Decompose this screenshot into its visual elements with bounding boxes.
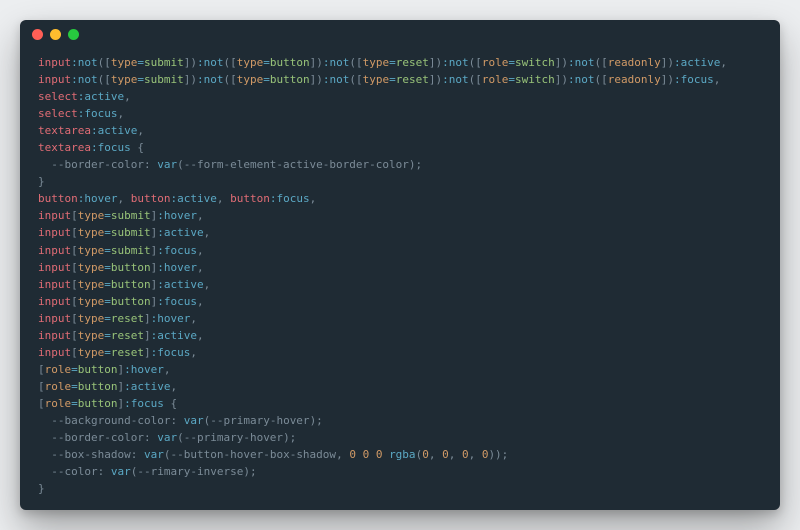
code-line: button:hover, button:active, button:focu… (38, 192, 316, 205)
pseudo-not: :not (71, 56, 98, 69)
code-line: input[type=reset]:hover, (38, 312, 197, 325)
window-titlebar (20, 20, 780, 48)
code-line: textarea:active, (38, 124, 144, 137)
code-line: input:not([type=submit]):not([type=butto… (38, 73, 720, 86)
tag-input: input (38, 56, 71, 69)
code-line: [role=button]:active, (38, 380, 177, 393)
code-line: } (38, 482, 45, 495)
code-block: input:not([type=submit]):not([type=butto… (20, 48, 780, 510)
code-window: input:not([type=submit]):not([type=butto… (20, 20, 780, 510)
code-line: input:not([type=submit]):not([type=butto… (38, 56, 727, 69)
code-line: input[type=button]:focus, (38, 295, 204, 308)
code-line: --border-color: var(--primary-hover); (38, 431, 296, 444)
code-line: input[type=submit]:hover, (38, 209, 204, 222)
code-line: input[type=submit]:focus, (38, 244, 204, 257)
close-icon[interactable] (32, 29, 43, 40)
code-line: input[type=reset]:focus, (38, 346, 197, 359)
code-line: input[type=submit]:active, (38, 226, 210, 239)
code-line: } (38, 175, 45, 188)
code-line: [role=button]:hover, (38, 363, 171, 376)
code-line: input[type=button]:hover, (38, 261, 204, 274)
code-line: select:active, (38, 90, 131, 103)
code-line: textarea:focus { (38, 141, 144, 154)
code-line: select:focus, (38, 107, 124, 120)
minimize-icon[interactable] (50, 29, 61, 40)
zoom-icon[interactable] (68, 29, 79, 40)
code-line: --background-color: var(--primary-hover)… (38, 414, 323, 427)
code-line: input[type=reset]:active, (38, 329, 204, 342)
code-line: --border-color: var(--form-element-activ… (38, 158, 422, 171)
code-line: --box-shadow: var(--button-hover-box-sha… (38, 448, 508, 461)
code-line: [role=button]:focus { (38, 397, 177, 410)
code-line: input[type=button]:active, (38, 278, 210, 291)
code-line: --color: var(--rimary-inverse); (38, 465, 257, 478)
